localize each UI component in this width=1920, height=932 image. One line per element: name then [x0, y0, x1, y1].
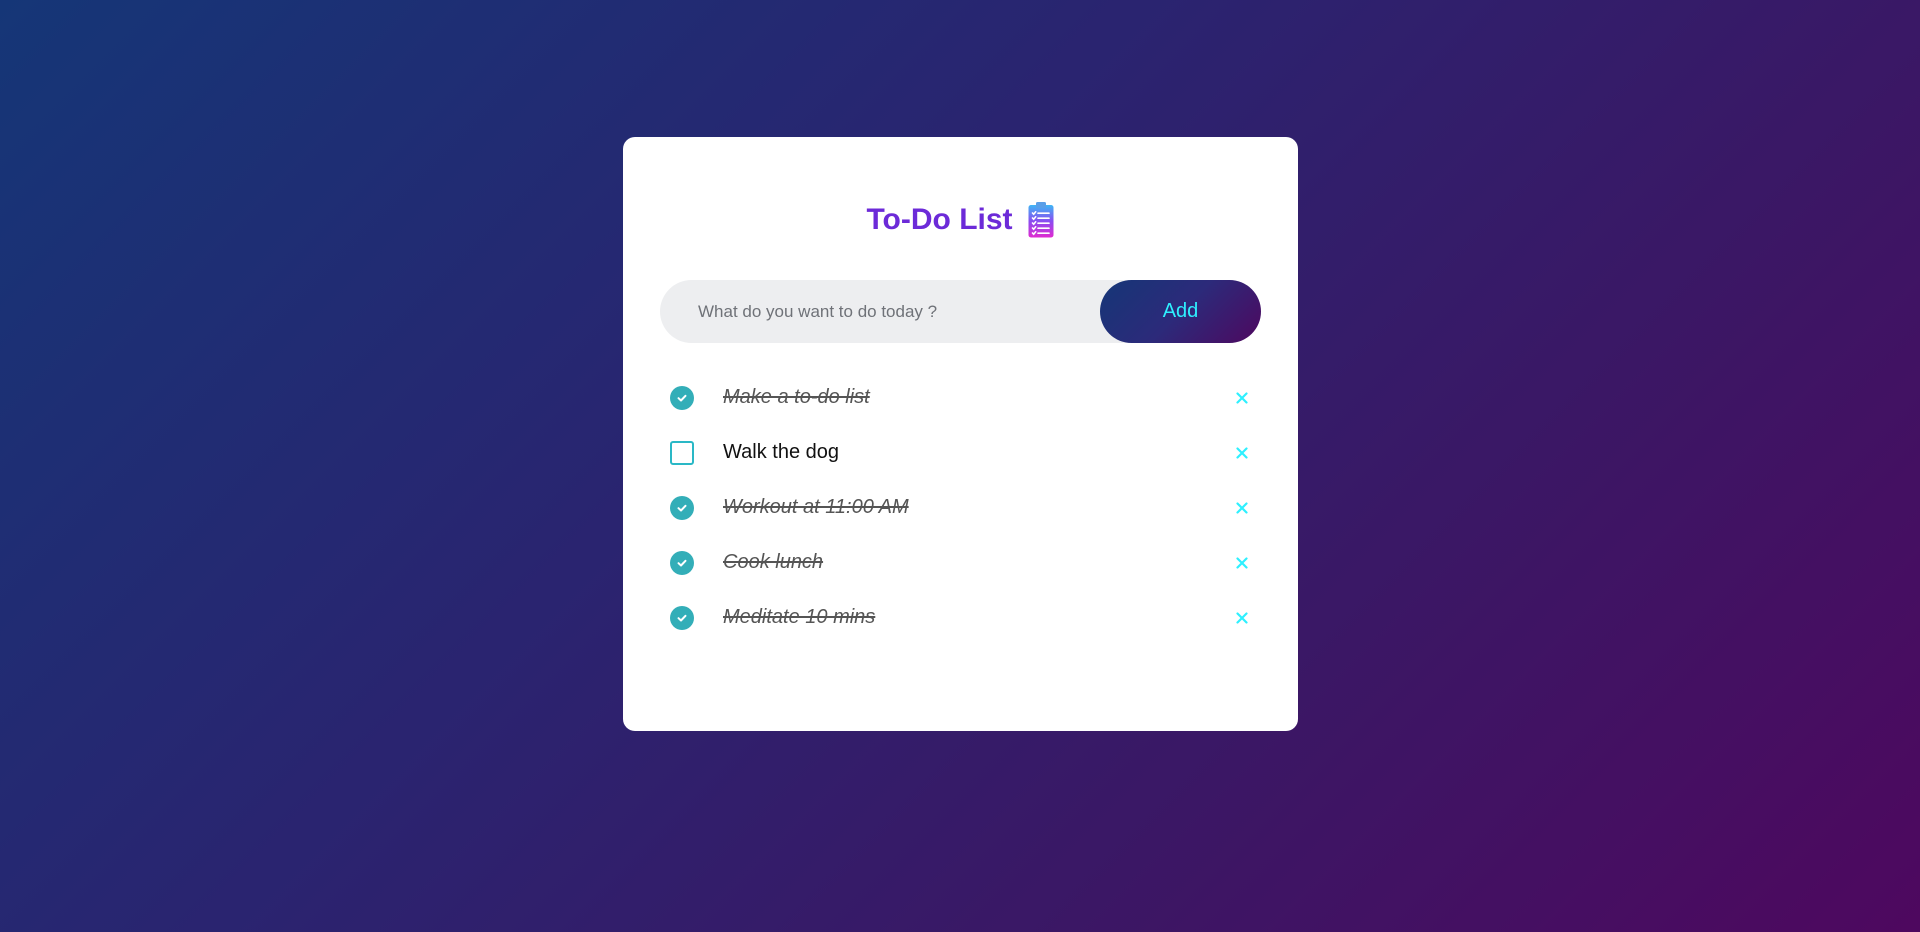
- todo-text: Make a to-do list: [723, 386, 870, 408]
- close-icon[interactable]: [1232, 388, 1252, 408]
- todo-text: Cook lunch: [723, 551, 824, 573]
- check-circle-icon[interactable]: [670, 495, 694, 520]
- add-button[interactable]: Add: [1100, 280, 1261, 343]
- check-circle-icon[interactable]: [670, 605, 694, 630]
- task-input[interactable]: [660, 279, 1100, 344]
- check-circle-icon[interactable]: [670, 385, 694, 410]
- check-circle-icon[interactable]: [670, 550, 694, 575]
- todo-text: Meditate 10 mins: [723, 606, 876, 628]
- todo-item[interactable]: Walk the dog: [660, 425, 1261, 480]
- page-title: To-Do List: [866, 203, 1013, 236]
- todo-text: Workout at 11:00 AM: [723, 496, 909, 518]
- empty-checkbox-icon[interactable]: [670, 440, 694, 465]
- todo-text: Walk the dog: [723, 441, 839, 463]
- close-icon[interactable]: [1232, 608, 1252, 628]
- todo-card: To-Do List What do you want to do today …: [623, 137, 1298, 731]
- todo-item[interactable]: Meditate 10 mins: [660, 590, 1261, 645]
- clipboard-icon: [1027, 201, 1055, 239]
- todo-item[interactable]: Workout at 11:00 AM: [660, 480, 1261, 535]
- close-icon[interactable]: [1232, 443, 1252, 463]
- todo-item[interactable]: Make a to-do list: [660, 370, 1261, 425]
- header: To-Do List: [660, 198, 1261, 242]
- todo-list: Make a to-do list Walk the dog Workout at …: [660, 370, 1261, 645]
- close-icon[interactable]: [1232, 498, 1252, 518]
- close-icon[interactable]: [1232, 553, 1252, 573]
- add-task-row: Add: [660, 279, 1261, 344]
- todo-item[interactable]: Cook lunch: [660, 535, 1261, 590]
